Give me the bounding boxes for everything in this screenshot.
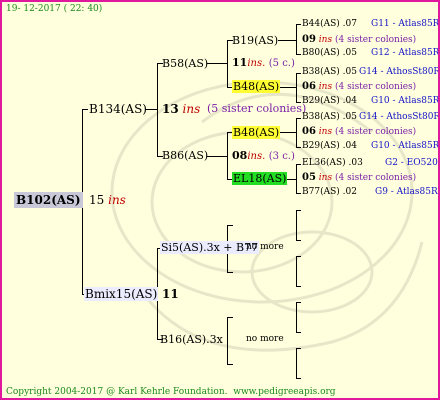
line-label: G11 - Atlas85R (371, 19, 440, 29)
queen-node-gen5[interactable]: B38(AS) .05 (302, 113, 357, 122)
line-label: G10 - Atlas85R (371, 96, 440, 106)
connector (296, 118, 301, 119)
connector (296, 348, 301, 349)
connector (296, 256, 297, 286)
queen-node-gen3[interactable]: B58(AS) (162, 58, 208, 69)
connector (296, 210, 301, 211)
queen-node-gen4[interactable]: B48(AS) (232, 80, 281, 93)
queen-node-gen4[interactable]: EL18(AS) (232, 172, 288, 185)
connector (296, 240, 301, 241)
queen-node-gen5[interactable]: B44(AS) .07 (302, 20, 357, 29)
connector (296, 348, 297, 378)
connector (296, 54, 301, 55)
connector (296, 210, 297, 240)
queen-year: 08ins. (3 c.) (232, 149, 295, 162)
queen-name: B134(AS) (89, 102, 147, 116)
connector (227, 317, 228, 364)
connector (296, 147, 301, 148)
queen-node-gen5[interactable]: B80(AS) .05 (302, 49, 357, 58)
queen-node-root[interactable]: B102(AS) (14, 192, 83, 208)
connector (296, 24, 301, 25)
queen-node-gen3[interactable]: B86(AS) (162, 150, 208, 161)
connector (296, 256, 301, 257)
line-label: G14 - AthosSt80R (359, 112, 440, 122)
queen-node-gen3[interactable]: Si5(AS).3x + B77 (160, 241, 260, 254)
queen-year: 13 ins (162, 102, 201, 116)
queen-node-gen5[interactable]: B77(AS) .02 (302, 188, 357, 197)
date-header: 19- 12-2017 ( 22: 40) (6, 4, 103, 14)
pedigree-frame: 19- 12-2017 ( 22: 40) Copyright 2004-201… (0, 0, 440, 400)
queen-year: 09 ins (4 sister colonies) (302, 34, 417, 45)
copyright-footer: Copyright 2004-2017 @ Karl Kehrle Founda… (6, 387, 336, 397)
queen-node-gen4[interactable]: B48(AS) (232, 126, 281, 139)
connector (227, 364, 233, 365)
connector (278, 40, 297, 41)
connector (227, 317, 233, 318)
connector (82, 109, 88, 110)
connector (296, 378, 301, 379)
queen-node-gen2-a[interactable]: B134(AS) (89, 103, 147, 115)
queen-node-gen2-b[interactable]: Bmix15(AS) (84, 287, 159, 301)
queen-year: 05 ins (4 sister colonies) (302, 172, 417, 183)
connector (296, 302, 301, 303)
queen-node-gen3[interactable]: B16(AS).3x (160, 334, 223, 345)
no-more-note: no more (246, 242, 284, 252)
connector (296, 286, 301, 287)
line-label: G10 - Atlas85R (371, 141, 440, 151)
queen-year: 11ins. (5 c.) (232, 56, 295, 69)
line-label: G9 - Atlas85R (375, 187, 438, 197)
connector (296, 332, 301, 333)
queen-year: 06 ins (4 sister colonies) (302, 81, 417, 92)
connector (296, 24, 297, 54)
line-label: G14 - AthosSt80R (359, 67, 440, 77)
queen-name: Bmix15(AS) (84, 287, 159, 301)
connector (207, 63, 228, 64)
queen-node-gen4[interactable]: B19(AS) (232, 35, 278, 46)
connector (227, 272, 233, 273)
connector (296, 73, 301, 74)
queen-node-gen5[interactable]: EL36(AS) .03 (302, 159, 363, 168)
queen-node-gen5[interactable]: B38(AS) .05 (302, 68, 357, 77)
queen-year: 11 (162, 287, 179, 301)
connector (296, 164, 301, 165)
connector (207, 156, 228, 157)
sister-colonies-note: (5 sister colonies) (207, 102, 307, 115)
connector (227, 225, 233, 226)
queen-node-gen5[interactable]: B29(AS) .04 (302, 97, 357, 106)
connector (296, 193, 301, 194)
line-label: G12 - Atlas85R (371, 48, 440, 58)
queen-node-gen5[interactable]: B29(AS) .04 (302, 142, 357, 151)
queen-year: 06 ins (4 sister colonies) (302, 126, 417, 137)
queen-name: B102(AS) (14, 192, 83, 208)
queen-year: 15 ins (89, 193, 126, 207)
connector (296, 302, 297, 332)
line-label: G2 - EO520 (385, 158, 438, 168)
no-more-note: no more (246, 334, 284, 344)
